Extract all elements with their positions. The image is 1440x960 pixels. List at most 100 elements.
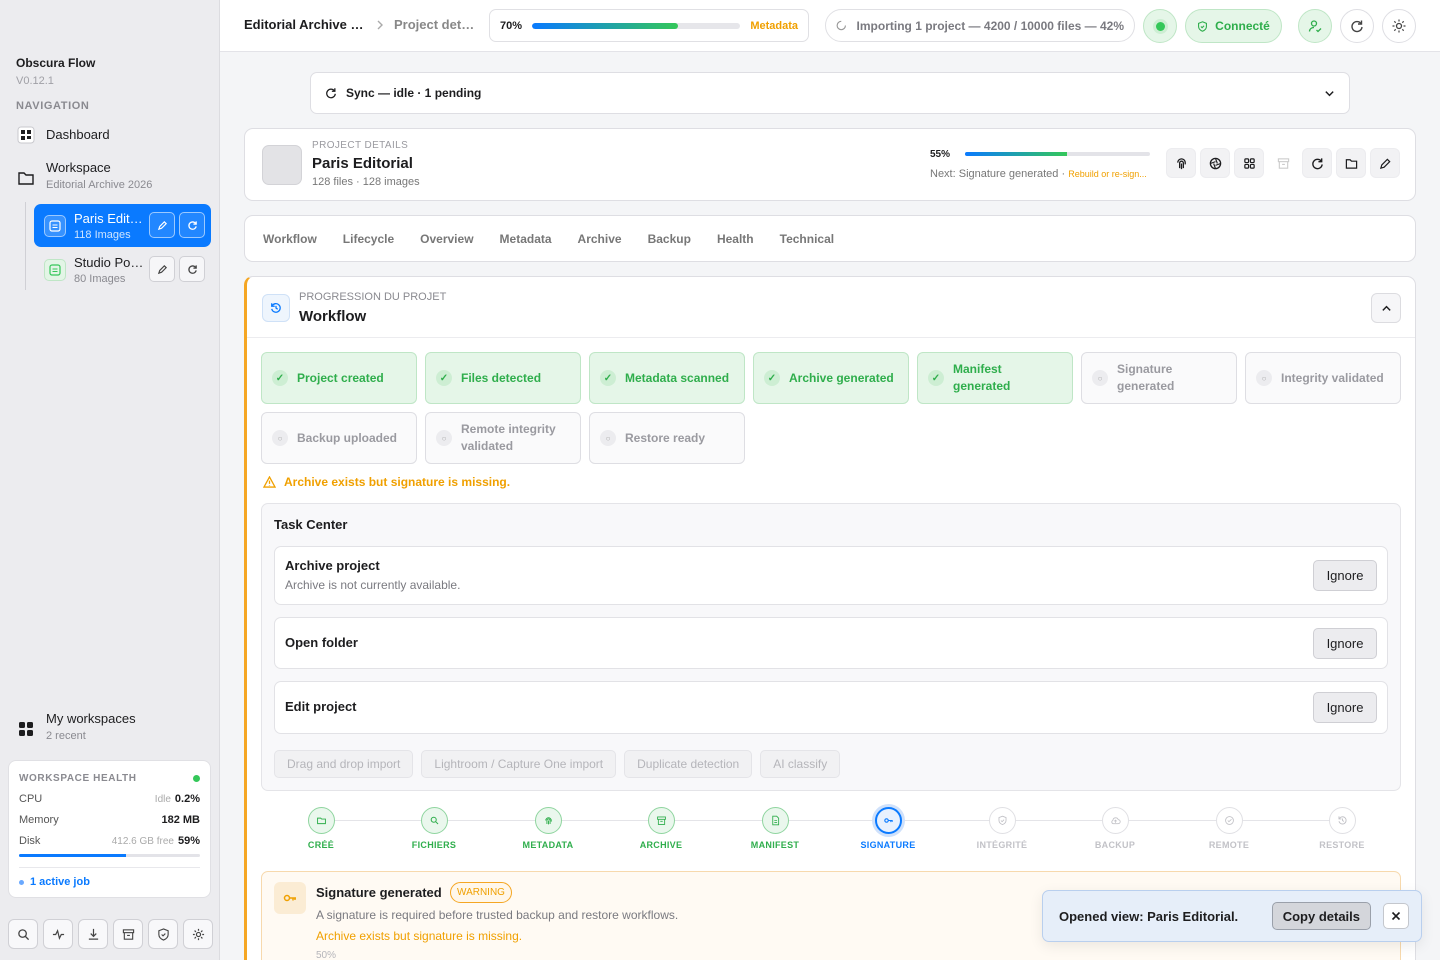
project-item-studio[interactable]: Studio Portraits 80 Images <box>34 248 211 291</box>
workflow-step: ✓ Metadata scanned <box>589 352 745 404</box>
breadcrumb-current: Project details <box>394 17 476 32</box>
fingerprint-button[interactable] <box>1166 148 1196 178</box>
tab-overview[interactable]: Overview <box>420 232 473 246</box>
timeline-label: SIGNATURE <box>860 840 916 850</box>
workflow-label: PROGRESSION DU PROJET <box>299 291 447 303</box>
user-check-icon <box>1308 20 1322 33</box>
timeline-node[interactable]: MANIFEST <box>725 807 825 850</box>
sun-icon <box>1392 19 1406 33</box>
workflow-step-label: Metadata scanned <box>625 370 730 385</box>
feature-chips: Drag and drop import Lightroom / Capture… <box>274 750 841 778</box>
edit-project-button[interactable] <box>149 256 175 282</box>
workflow-step-label: Restore ready <box>625 430 706 445</box>
sync-panel[interactable]: Sync — idle · 1 pending <box>310 72 1350 114</box>
refresh-project-button[interactable] <box>1302 148 1332 178</box>
edit-project-button[interactable] <box>1370 148 1400 178</box>
active-job-label: 1 active job <box>30 876 90 888</box>
pending-circle-icon: ○ <box>272 430 288 446</box>
project-title: Paris Editorial <box>312 155 413 172</box>
timeline-node[interactable]: BACKUP <box>1065 807 1165 850</box>
task-open-folder: Open folder Ignore <box>274 617 1388 669</box>
nav-dashboard-label: Dashboard <box>46 127 110 142</box>
workflow-step-label: Manifest generated <box>953 362 1011 393</box>
download-icon <box>88 928 98 940</box>
active-job-link[interactable]: 1 active job <box>19 876 200 888</box>
signature-progress: 50% <box>316 950 337 960</box>
task-center: Task Center Archive project Archive is n… <box>261 503 1401 791</box>
activity-button[interactable] <box>43 919 73 949</box>
breadcrumb: Editorial Archive 2026 Project details <box>244 17 476 32</box>
check-circle-icon <box>1215 807 1243 834</box>
ignore-button[interactable]: Ignore <box>1313 692 1377 723</box>
workflow-title: Workflow <box>299 308 367 325</box>
ignore-button[interactable]: Ignore <box>1313 628 1377 659</box>
timeline-node[interactable]: FICHIERS <box>384 807 484 850</box>
timeline-node[interactable]: METADATA <box>498 807 598 850</box>
timeline-node[interactable]: CRÉÉ <box>271 807 371 850</box>
chip-drag-drop[interactable]: Drag and drop import <box>274 750 414 778</box>
connection-status-button[interactable]: Connecté <box>1185 9 1282 43</box>
brand: Obscura Flow V0.12.1 <box>16 56 95 87</box>
timeline-node[interactable]: SIGNATURE <box>838 807 938 850</box>
workflow-step: ○ Integrity validated <box>1245 352 1401 404</box>
workflow-step: ✓ Manifest generated <box>917 352 1073 404</box>
timeline-node[interactable]: REMOTE <box>1179 807 1279 850</box>
close-toast-button[interactable] <box>1383 903 1409 929</box>
tab-metadata[interactable]: Metadata <box>500 232 552 246</box>
search-button[interactable] <box>8 919 38 949</box>
security-button[interactable] <box>148 919 178 949</box>
edit-project-button[interactable] <box>149 212 175 238</box>
project-icon <box>44 258 66 281</box>
sidebar-toolbar <box>8 919 213 949</box>
refresh-project-button[interactable] <box>179 256 205 282</box>
collapse-button[interactable] <box>1371 293 1401 323</box>
copy-details-button[interactable]: Copy details <box>1271 902 1371 930</box>
timeline-node[interactable]: INTÉGRITÉ <box>952 807 1052 850</box>
timeline-label: REMOTE <box>1208 840 1250 850</box>
timeline-label: FICHIERS <box>411 840 457 850</box>
health-title: WORKSPACE HEALTH <box>19 773 137 784</box>
search-icon <box>420 807 448 834</box>
workspace-health-card: WORKSPACE HEALTH CPU Idle 0.2% Memory 182 M… <box>8 760 211 898</box>
open-folder-button[interactable] <box>1336 148 1366 178</box>
account-button[interactable] <box>1298 9 1332 43</box>
status-indicator-button[interactable] <box>1143 9 1177 43</box>
theme-button[interactable] <box>1382 9 1416 43</box>
download-button[interactable] <box>78 919 108 949</box>
chip-lightroom[interactable]: Lightroom / Capture One import <box>421 750 617 778</box>
nav-workspace[interactable]: Workspace Editorial Archive 2026 <box>16 160 152 191</box>
chip-ai-classify[interactable]: AI classify <box>760 750 841 778</box>
project-item-paris[interactable]: Paris Editorial 118 Images <box>34 204 211 247</box>
key-icon <box>274 882 306 914</box>
chip-duplicates[interactable]: Duplicate detection <box>624 750 753 778</box>
tab-health[interactable]: Health <box>717 232 754 246</box>
grid-view-button[interactable] <box>1234 148 1264 178</box>
settings-button[interactable] <box>183 919 213 949</box>
refresh-project-button[interactable] <box>179 212 205 238</box>
import-status[interactable]: Importing 1 project — 4200 / 10000 files… <box>825 9 1135 42</box>
pencil-icon <box>1379 157 1391 169</box>
next-step-hint[interactable]: Rebuild or re-sign... <box>1068 169 1147 179</box>
refresh-button[interactable] <box>1340 9 1374 43</box>
nav-my-workspaces[interactable]: My workspaces 2 recent <box>16 711 136 742</box>
warning-badge: WARNING <box>450 882 512 903</box>
nav-dashboard[interactable]: Dashboard <box>16 125 110 145</box>
breadcrumb-workspace[interactable]: Editorial Archive 2026 <box>244 17 366 32</box>
timeline-label: INTÉGRITÉ <box>976 840 1028 850</box>
task-center-title: Task Center <box>274 517 348 532</box>
timeline-node[interactable]: ARCHIVE <box>611 807 711 850</box>
tab-technical[interactable]: Technical <box>780 232 834 246</box>
tab-archive[interactable]: Archive <box>578 232 622 246</box>
import-status-text: Importing 1 project — 4200 / 10000 files… <box>856 18 1124 33</box>
tab-workflow[interactable]: Workflow <box>263 232 317 246</box>
topbar-progress: 70% Metadata <box>489 9 809 42</box>
tab-lifecycle[interactable]: Lifecycle <box>343 232 394 246</box>
aperture-button[interactable] <box>1200 148 1230 178</box>
tab-backup[interactable]: Backup <box>648 232 691 246</box>
timeline-node[interactable]: RESTORE <box>1292 807 1392 850</box>
topbar-progress-fill <box>532 22 678 29</box>
archive-button-disabled[interactable] <box>1268 148 1298 178</box>
archive-button[interactable] <box>113 919 143 949</box>
ignore-button[interactable]: Ignore <box>1313 560 1377 591</box>
signature-title: Signature generated <box>316 885 442 900</box>
